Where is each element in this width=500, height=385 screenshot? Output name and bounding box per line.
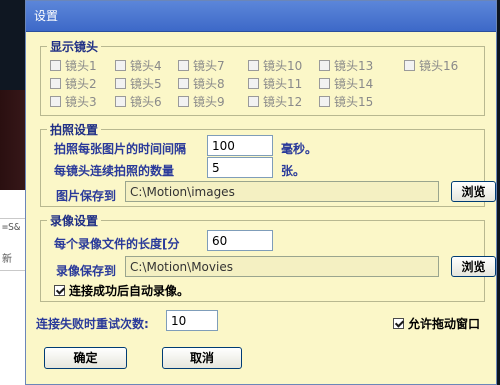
photo-browse-button[interactable]: 浏览 [451, 181, 496, 202]
checkbox-icon [248, 96, 259, 107]
auto-record-label: 连接成功后自动录像。 [69, 284, 190, 298]
checkbox-icon [248, 60, 259, 71]
checkmark-icon [393, 318, 404, 329]
camera-checkbox-15[interactable]: 镜头15 [319, 93, 373, 110]
checkbox-icon [115, 96, 126, 107]
photo-save-label: 图片保存到 [56, 189, 117, 203]
camera-checkbox-14[interactable]: 镜头14 [319, 75, 373, 92]
checkbox-icon [248, 78, 259, 89]
checkbox-icon [404, 60, 415, 71]
settings-dialog: 设置 显示镜头 镜头1 镜头4 镜头7 镜头10 镜头13 镜头16 镜头2 镜… [25, 0, 497, 385]
background-text: =S& [2, 222, 21, 233]
photo-count-label: 每镜头连续拍照的数量 [54, 164, 175, 178]
auto-record-checkbox[interactable]: 连接成功后自动录像。 [54, 282, 189, 299]
checkbox-icon [115, 60, 126, 71]
photo-interval-input[interactable] [207, 135, 273, 156]
video-length-label: 每个录像文件的长度[分 [54, 237, 180, 251]
photo-interval-unit: 毫秒。 [281, 142, 318, 156]
video-save-label: 录像保存到 [56, 264, 117, 278]
video-settings-title: 录像设置 [47, 212, 102, 229]
checkbox-icon [50, 78, 61, 89]
ok-button[interactable]: 确定 [44, 347, 127, 369]
video-length-input[interactable] [207, 230, 273, 251]
checkbox-icon [115, 78, 126, 89]
camera-checkbox-9[interactable]: 镜头9 [178, 93, 225, 110]
camera-checkbox-4[interactable]: 镜头4 [115, 57, 162, 74]
photo-settings-title: 拍照设置 [47, 121, 102, 138]
camera-checkbox-3[interactable]: 镜头3 [50, 93, 97, 110]
camera-checkbox-11[interactable]: 镜头11 [248, 75, 302, 92]
camera-checkbox-1[interactable]: 镜头1 [50, 57, 97, 74]
photo-count-unit: 张。 [281, 164, 306, 178]
checkbox-icon [50, 96, 61, 107]
video-save-path-field[interactable] [125, 256, 439, 277]
camera-checkbox-5[interactable]: 镜头5 [115, 75, 162, 92]
checkbox-icon [50, 60, 61, 71]
video-browse-button[interactable]: 浏览 [451, 256, 496, 277]
allow-drag-checkbox[interactable]: 允许拖动窗口 [393, 315, 480, 332]
photo-count-input[interactable] [207, 157, 273, 178]
checkbox-icon [319, 60, 330, 71]
camera-checkbox-12[interactable]: 镜头12 [248, 93, 302, 110]
dialog-title: 设置 [34, 9, 59, 23]
photo-save-path-field[interactable] [125, 181, 439, 202]
camera-checkbox-13[interactable]: 镜头13 [319, 57, 373, 74]
photo-interval-label: 拍照每张图片的时间间隔 [54, 142, 187, 156]
background-text-2: 新 [2, 254, 12, 265]
checkbox-icon [319, 96, 330, 107]
camera-checkbox-2[interactable]: 镜头2 [50, 75, 97, 92]
camera-checkbox-7[interactable]: 镜头7 [178, 57, 225, 74]
camera-checkbox-6[interactable]: 镜头6 [115, 93, 162, 110]
display-cameras-title: 显示镜头 [47, 38, 102, 55]
retry-count-input[interactable] [166, 310, 218, 331]
checkbox-icon [178, 60, 189, 71]
camera-checkbox-10[interactable]: 镜头10 [248, 57, 302, 74]
allow-drag-label: 允许拖动窗口 [408, 317, 481, 331]
camera-checkbox-8[interactable]: 镜头8 [178, 75, 225, 92]
camera-checkbox-16[interactable]: 镜头16 [404, 57, 458, 74]
dialog-titlebar[interactable]: 设置 [26, 1, 496, 32]
retry-label: 连接失败时重试次数: [36, 317, 149, 331]
checkbox-icon [319, 78, 330, 89]
checkbox-icon [178, 96, 189, 107]
checkmark-icon [54, 285, 65, 296]
checkbox-icon [178, 78, 189, 89]
cancel-button[interactable]: 取消 [162, 347, 242, 369]
